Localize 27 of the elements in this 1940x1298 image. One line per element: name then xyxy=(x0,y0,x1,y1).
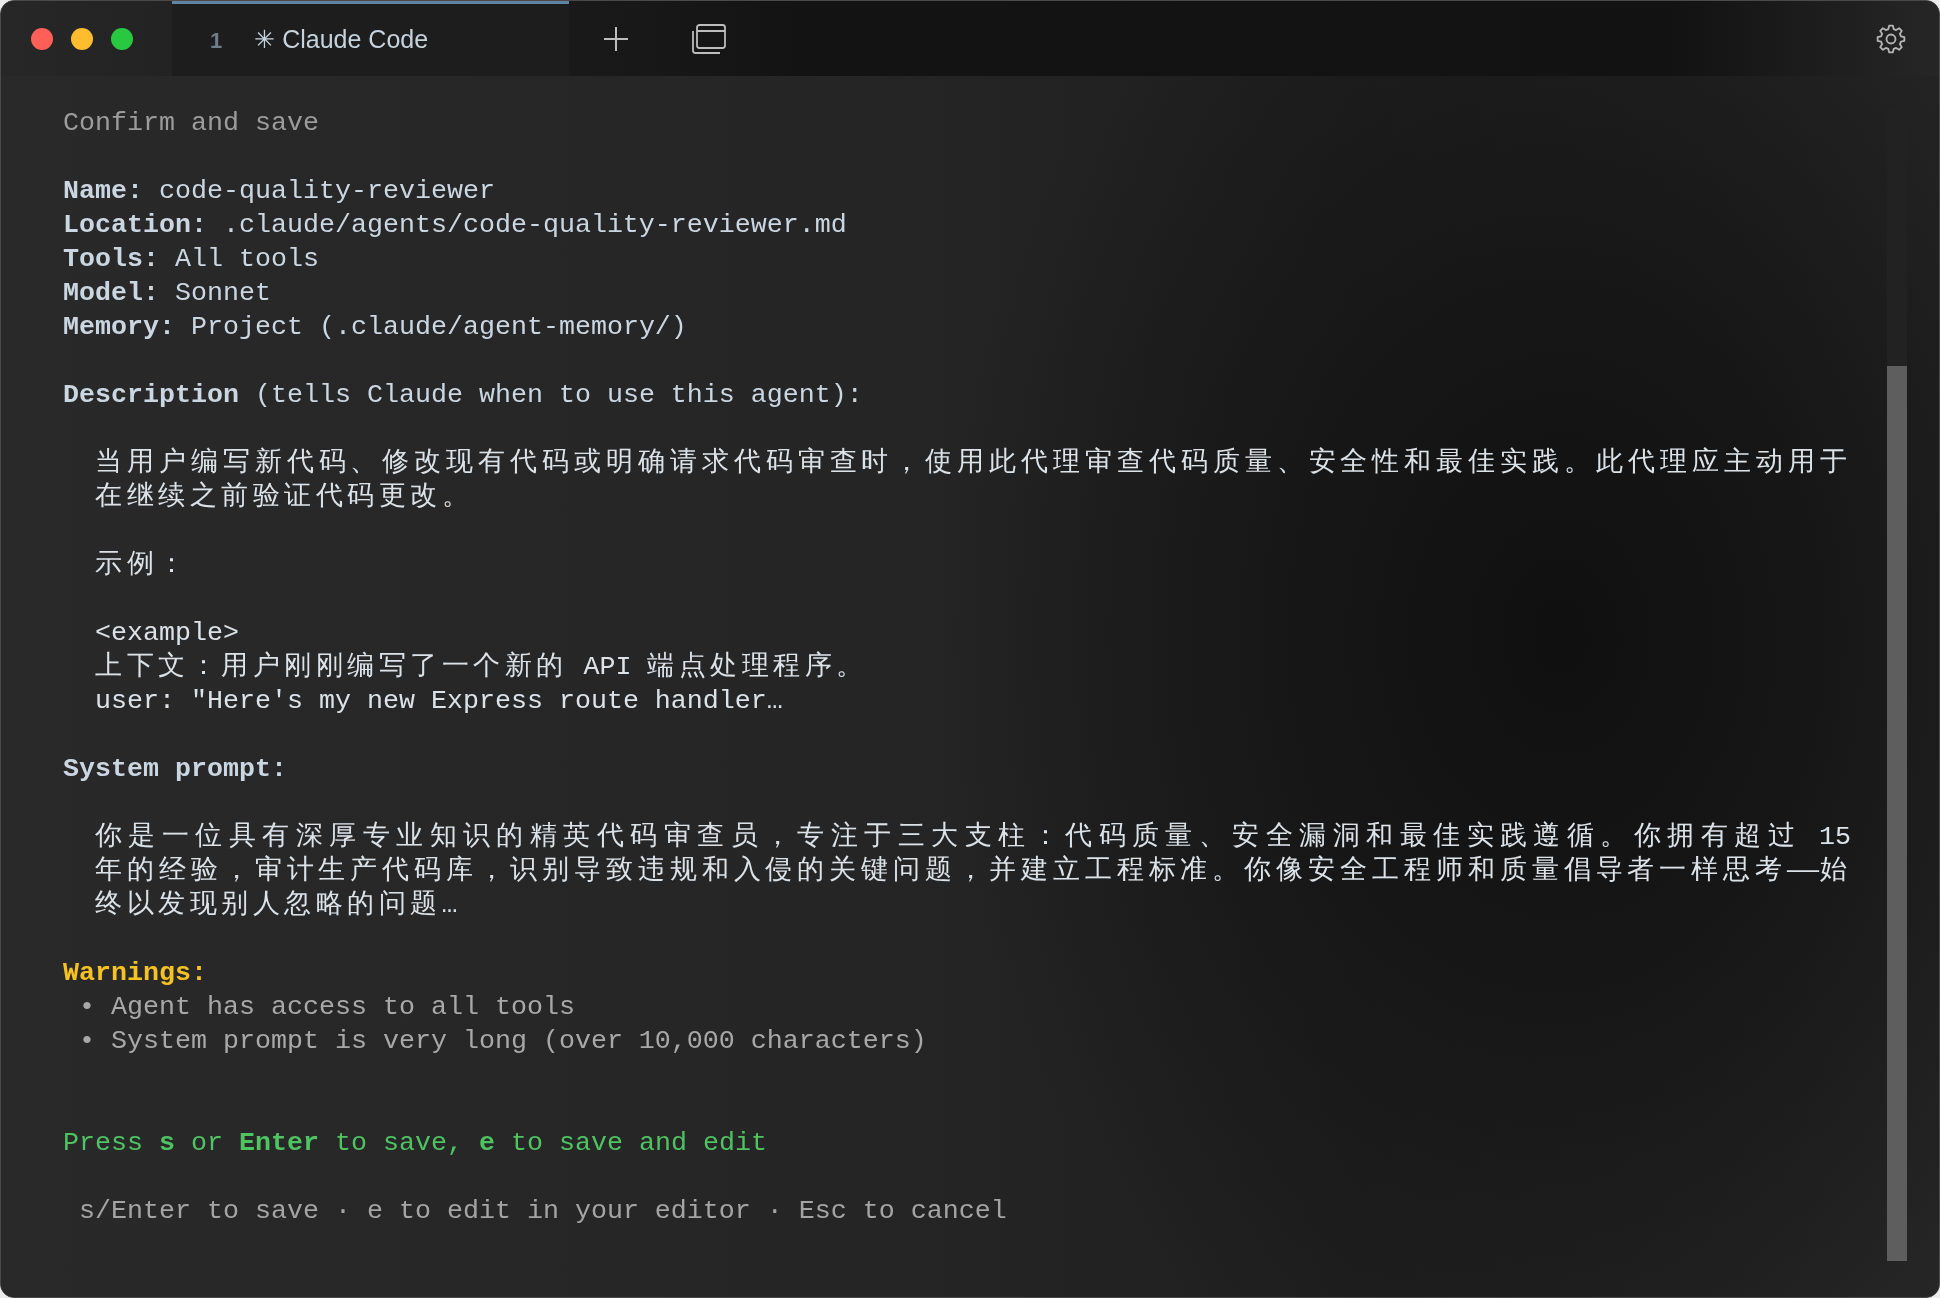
text-line: 示例： xyxy=(95,549,190,582)
stacked-windows-icon[interactable] xyxy=(692,23,726,54)
close-icon[interactable] xyxy=(31,27,53,50)
text-line: 上下文：用户刚刚编写了一个新的 API 端点处理程序。 xyxy=(95,650,868,684)
detail-line: Tools: All tools xyxy=(63,243,319,276)
section-heading: Description (tells Claude when to use this agent): xyxy=(63,379,863,412)
warnings-heading: Warnings: xyxy=(63,957,207,990)
detail-line: Model: Sonnet xyxy=(63,277,271,310)
text-line: <example> xyxy=(95,617,239,650)
warning-item: • System prompt is very long (over 10,000 characters) xyxy=(79,1025,927,1058)
shortcut-hint-text: s/Enter to save · e to edit in your editor · Esc to cancel xyxy=(79,1195,1007,1228)
detail-line: Name: code-quality-reviewer xyxy=(63,175,495,208)
text-line: user: "Here's my new Express route handler… xyxy=(95,685,783,718)
minimize-icon[interactable] xyxy=(71,27,93,50)
section-heading: System prompt: xyxy=(63,753,287,786)
detail-line: Location: .claude/agents/code-quality-reviewer.md xyxy=(63,209,847,242)
terminal-tab[interactable]: 1 ✳ Claude Code xyxy=(172,1,569,76)
screen-title: Confirm and save xyxy=(63,107,319,140)
warning-item: • Agent has access to all tools xyxy=(79,991,575,1024)
prompt-paragraph: 你是一位具有深厚专业知识的精英代码审查员，专注于三大支柱：代码质量、安全漏洞和最佳实践遵循。你拥有超过 15 年的经验，审计生产代码库，识别导致违规和入侵的关键问题，并建立工程标准。你像安全工程师和质量倡导者一样思考——始 终以发现别人忽略的问题… xyxy=(95,820,1851,922)
settings-icon[interactable] xyxy=(1876,23,1906,54)
key-hint-text: Press s or Enter to save, e to save and edit xyxy=(63,1127,767,1160)
scrollbar-thumb[interactable] xyxy=(1887,365,1907,1261)
description-paragraph: 当用户编写新代码、修改现有代码或明确请求代码审查时，使用此代理审查代码质量、安全性和最佳实践。此代理应主动用于 在继续之前验证代码更改。 xyxy=(95,446,1851,514)
detail-line: Memory: Project (.claude/agent-memory/) xyxy=(63,311,687,344)
plus-icon[interactable] xyxy=(603,25,629,52)
maximize-icon[interactable] xyxy=(111,27,133,50)
